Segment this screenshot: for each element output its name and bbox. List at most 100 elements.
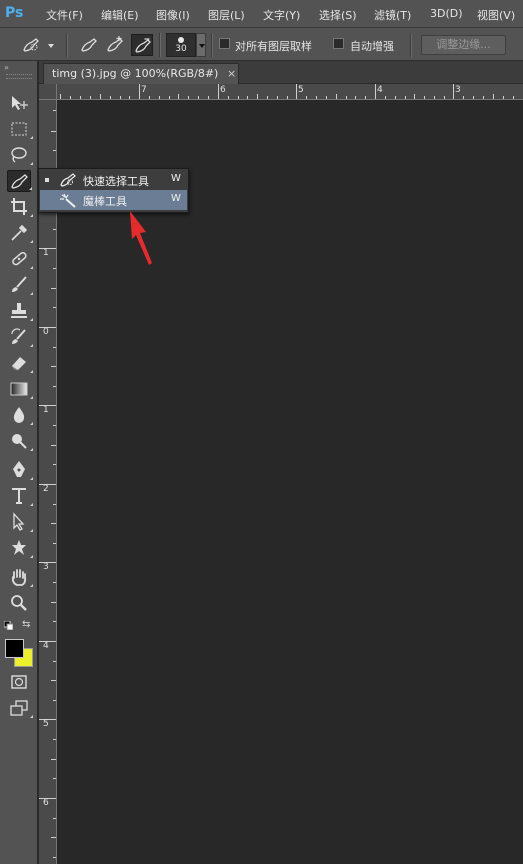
healing-brush-tool[interactable] — [7, 248, 33, 270]
hand-icon — [11, 569, 27, 586]
options-bar: 30 对所有图层取样 自动增强 调整边缘... — [0, 28, 523, 61]
brush-icon — [12, 276, 27, 292]
options-separator — [211, 33, 213, 57]
sample-all-layers-checkbox[interactable] — [219, 38, 230, 49]
flyout-item-label: 魔棒工具 — [83, 195, 127, 208]
document-tab[interactable]: timg (3).jpg @ 100%(RGB/8#) × — [43, 63, 239, 84]
shape-tool[interactable] — [7, 537, 33, 559]
horizontal-ruler[interactable]: 7 6 5 4 3 — [57, 84, 523, 100]
collapse-panel-icon[interactable]: » — [4, 63, 9, 72]
ruler-label: 4 — [377, 85, 383, 95]
zoom-tool[interactable] — [7, 592, 31, 614]
menu-select[interactable]: 选择(S) — [319, 7, 357, 23]
default-colors-icon[interactable] — [4, 621, 13, 630]
menu-image[interactable]: 图像(I) — [156, 7, 190, 23]
document-tab-title: timg (3).jpg @ 100%(RGB/8#) — [52, 67, 219, 80]
sample-all-layers-label: 对所有图层取样 — [235, 40, 312, 53]
refine-edge-button[interactable]: 调整边缘... — [421, 35, 506, 55]
history-brush-tool[interactable] — [7, 326, 33, 348]
gradient-tool[interactable] — [7, 378, 33, 400]
flyout-shortcut: W — [171, 173, 181, 184]
add-to-selection-icon[interactable] — [104, 34, 126, 56]
eraser-tool[interactable] — [7, 352, 33, 374]
submenu-indicator-icon — [30, 136, 33, 139]
swap-colors-icon[interactable]: ⇆ — [22, 619, 30, 630]
lasso-tool[interactable] — [7, 144, 33, 166]
red-arrow-icon — [130, 211, 152, 265]
horizontal-ruler-ticks — [60, 84, 514, 99]
quick-mask-icon — [11, 675, 27, 689]
ruler-label: 0 — [43, 327, 49, 337]
subtract-from-selection-icon[interactable] — [131, 34, 153, 56]
path-selection-tool[interactable] — [7, 511, 33, 533]
brush-tool[interactable] — [7, 274, 33, 296]
submenu-indicator-icon — [30, 292, 33, 295]
crop-tool[interactable] — [7, 196, 33, 218]
photoshop-logo: Ps — [5, 5, 24, 21]
menu-file[interactable]: 文件(F) — [46, 7, 83, 23]
menu-layer[interactable]: 图层(L) — [208, 7, 245, 23]
submenu-indicator-icon — [30, 422, 33, 425]
clone-stamp-tool[interactable] — [7, 300, 33, 322]
document-tab-bar: timg (3).jpg @ 100%(RGB/8#) × — [39, 61, 523, 84]
move-tool[interactable] — [7, 92, 31, 114]
menu-view[interactable]: 视图(V) — [477, 7, 515, 23]
screen-mode-button[interactable] — [7, 697, 33, 719]
zoom-icon — [11, 595, 27, 611]
blur-tool[interactable] — [7, 404, 33, 426]
ruler-label: 4 — [43, 641, 49, 651]
current-tool-bullet-icon — [45, 178, 49, 182]
brush-dropdown-button[interactable] — [196, 33, 206, 57]
menu-type[interactable]: 文字(Y) — [263, 7, 300, 23]
menu-3d[interactable]: 3D(D) — [430, 7, 463, 20]
submenu-indicator-icon — [30, 555, 33, 558]
flyout-item-magic-wand[interactable]: 魔棒工具 W — [40, 190, 187, 210]
type-icon — [12, 488, 26, 504]
dodge-tool[interactable] — [7, 430, 33, 452]
panel-grip[interactable] — [6, 74, 32, 79]
tool-preset-quick-selection-icon[interactable] — [20, 34, 42, 56]
ruler-origin[interactable] — [39, 84, 57, 100]
submenu-indicator-icon — [30, 240, 33, 243]
vertical-ruler-ticks — [39, 110, 56, 858]
foreground-color-swatch[interactable] — [5, 639, 24, 658]
submenu-indicator-icon — [30, 318, 33, 321]
ruler-label: 3 — [43, 562, 49, 572]
options-separator — [66, 33, 68, 57]
pen-tool[interactable] — [7, 459, 33, 481]
clone-stamp-icon — [11, 303, 27, 318]
new-selection-icon[interactable] — [78, 34, 100, 56]
menu-edit[interactable]: 编辑(E) — [101, 7, 139, 23]
submenu-indicator-icon — [30, 477, 33, 480]
auto-enhance-checkbox[interactable] — [333, 38, 344, 49]
crop-icon — [11, 198, 27, 215]
quick-mask-button[interactable] — [7, 671, 31, 693]
brush-tip-preview — [178, 37, 184, 43]
menu-filter[interactable]: 滤镜(T) — [374, 7, 411, 23]
shape-icon — [12, 540, 26, 555]
flyout-item-quick-selection[interactable]: 快速选择工具 W — [40, 170, 187, 190]
brush-size-picker[interactable]: 30 — [166, 33, 196, 57]
dodge-icon — [12, 434, 27, 449]
healing-brush-icon — [12, 252, 27, 266]
ruler-label: 1 — [43, 248, 49, 258]
marquee-tool[interactable] — [7, 118, 33, 140]
ruler-label: 1 — [43, 405, 49, 415]
submenu-indicator-icon — [30, 584, 33, 587]
preset-dropdown-icon[interactable] — [48, 44, 54, 48]
flyout-item-label: 快速选择工具 — [83, 175, 149, 188]
vertical-ruler[interactable]: 1 0 1 2 3 4 5 6 — [39, 100, 57, 864]
submenu-indicator-icon — [30, 396, 33, 399]
quick-selection-tool[interactable] — [7, 170, 32, 192]
eyedropper-tool[interactable] — [7, 222, 33, 244]
close-tab-icon[interactable]: × — [227, 64, 236, 84]
ruler-label: 6 — [220, 85, 226, 95]
selection-tools-flyout: 快速选择工具 W 魔棒工具 W — [38, 168, 189, 213]
auto-enhance-label: 自动增强 — [350, 40, 394, 53]
ruler-label: 3 — [455, 85, 461, 95]
submenu-indicator-icon — [29, 187, 32, 190]
hand-tool[interactable] — [7, 566, 33, 588]
gradient-icon — [10, 382, 28, 396]
type-tool[interactable] — [7, 485, 33, 507]
ruler-label: 6 — [43, 798, 49, 808]
